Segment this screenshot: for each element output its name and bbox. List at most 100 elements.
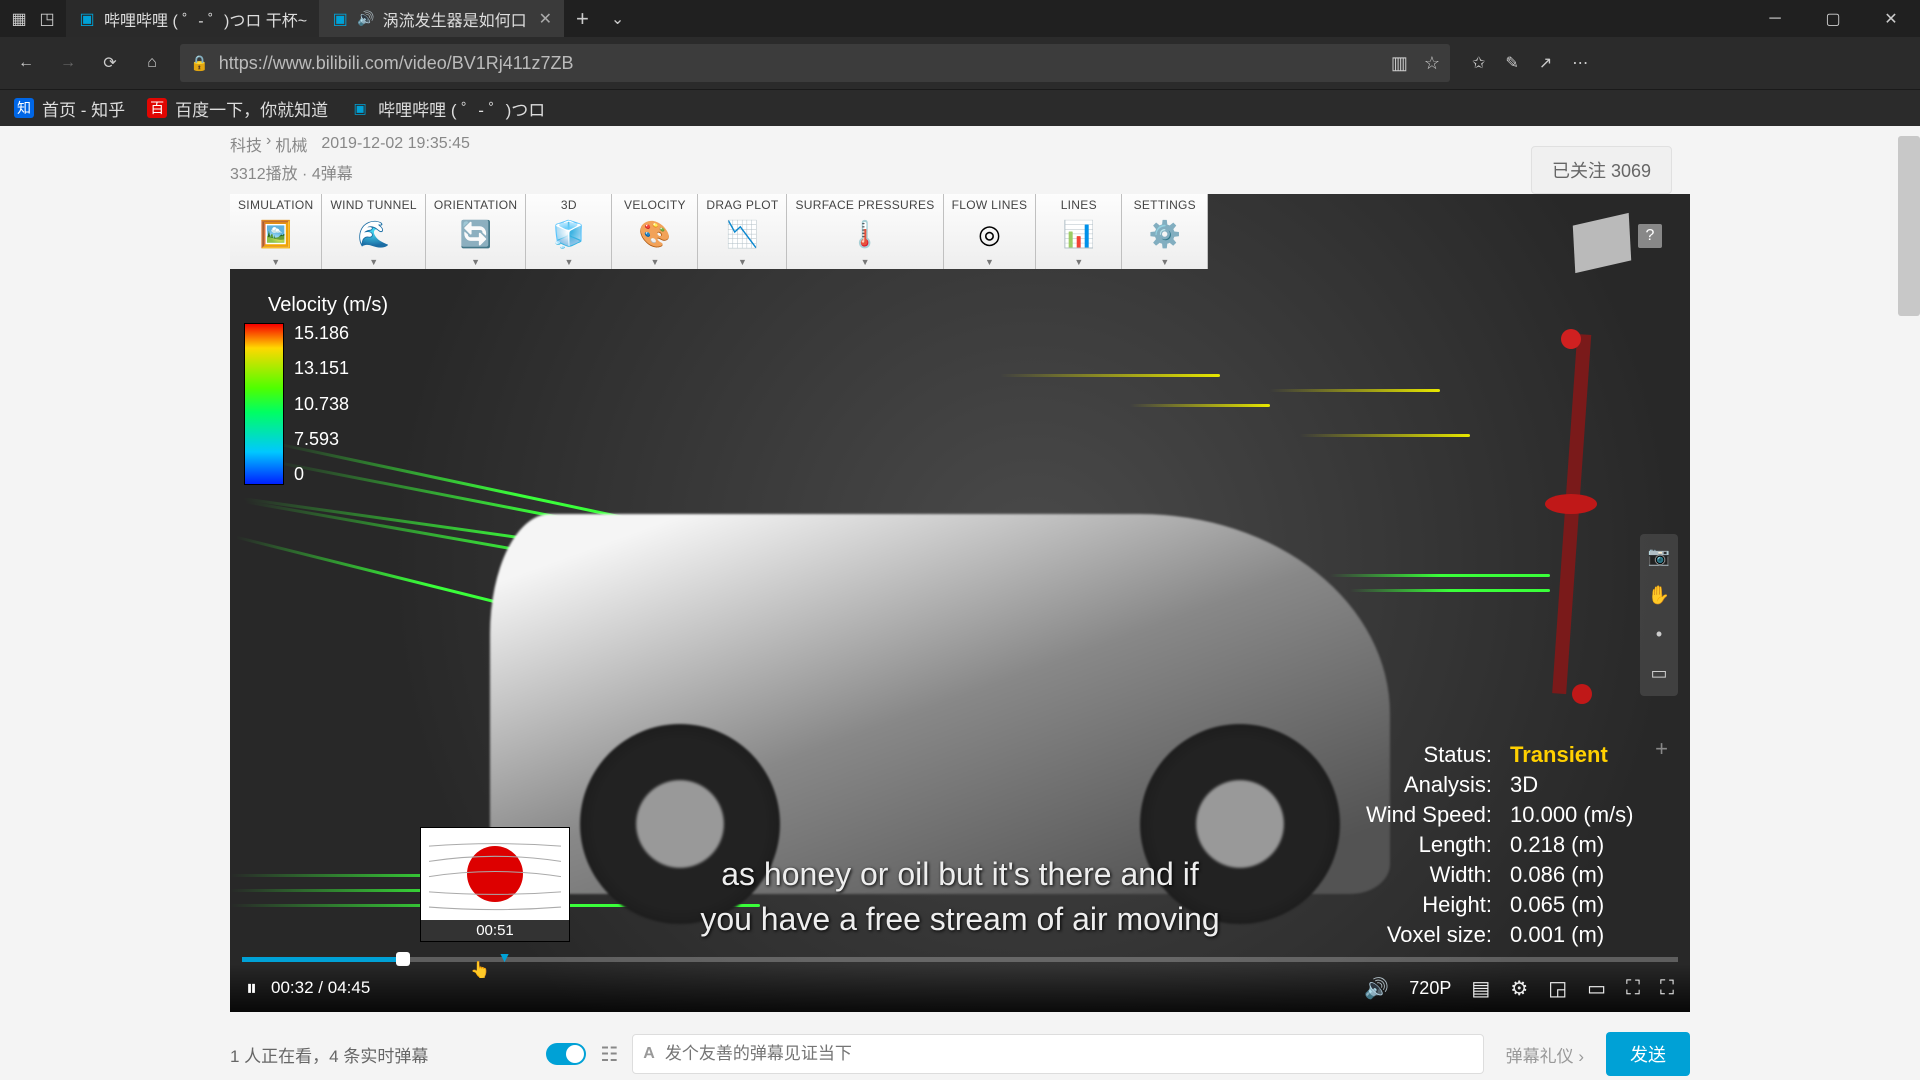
favorite-icon[interactable]: ☆ — [1424, 53, 1440, 74]
browser-tab-2[interactable]: ▣ 🔊 涡流发生器是如何口 ✕ — [319, 0, 564, 37]
wide-icon[interactable]: ▭ — [1587, 976, 1606, 1001]
tab-title: 哔哩哔哩 ( ゜- ゜)つロ 干杯~ — [104, 7, 307, 31]
video-subtitle: as honey or oil but it's there and if yo… — [700, 852, 1219, 942]
time-display: 00:32 / 04:45 — [271, 978, 370, 998]
font-style-icon[interactable]: A — [643, 1045, 655, 1063]
share-icon[interactable]: ↗ — [1539, 53, 1552, 73]
audio-icon[interactable]: 🔊 — [357, 10, 374, 27]
page-scrollbar[interactable] — [1898, 136, 1920, 316]
legend-value: 7.593 — [294, 429, 349, 450]
tool-3d[interactable]: 3D🧊▼ — [526, 194, 612, 269]
close-icon[interactable]: ✕ — [539, 9, 552, 29]
send-button[interactable]: 发送 — [1606, 1032, 1690, 1076]
streamline — [1130, 404, 1270, 407]
bilibili-icon: ▣ — [350, 98, 370, 118]
bookmarks-bar: 知 首页 - 知乎 百 百度一下，你就知道 ▣ 哔哩哔哩 ( ゜- ゜)つロ — [0, 89, 1920, 126]
windspeed-value: 10.000 (m/s) — [1510, 802, 1660, 828]
forward-button[interactable]: → — [54, 49, 82, 77]
camera-icon[interactable]: 📷 — [1648, 546, 1670, 567]
streamline — [1300, 434, 1470, 437]
favorites-icon[interactable]: ✩ — [1472, 53, 1485, 73]
bookmark-label: 哔哩哔哩 ( ゜- ゜)つロ — [378, 96, 545, 121]
analysis-value: 3D — [1510, 772, 1660, 798]
video-player: ? Velocity (m/s) 15.186 13.151 10.738 7.… — [230, 194, 1690, 1012]
tool-drag-plot[interactable]: DRAG PLOT📉▼ — [698, 194, 787, 269]
sidebar-toggle-icon[interactable]: ▦ — [8, 8, 30, 30]
close-window-button[interactable]: ✕ — [1862, 0, 1920, 37]
view-toolstrip: 📷 ✋ • ▭ — [1640, 534, 1678, 696]
legend-title: Velocity (m/s) — [268, 294, 388, 317]
danmaku-off-icon[interactable]: ▤ — [1471, 976, 1490, 1001]
tool-velocity[interactable]: VELOCITY🎨▼ — [612, 194, 698, 269]
tool-settings[interactable]: SETTINGS⚙️▼ — [1122, 194, 1208, 269]
minimize-button[interactable]: ─ — [1746, 0, 1804, 37]
url-bar[interactable]: 🔒 ▥ ☆ — [180, 44, 1450, 82]
browser-tab-strip: ▦ ◳ ▣ 哔哩哔哩 ( ゜- ゜)つロ 干杯~ ▣ 🔊 涡流发生器是如何口 ✕… — [0, 0, 1920, 37]
legend-value: 10.738 — [294, 394, 349, 415]
more-icon[interactable]: ⋯ — [1572, 53, 1588, 73]
legend-value: 0 — [294, 464, 349, 485]
plus-icon[interactable]: + — [1655, 736, 1668, 762]
breadcrumb[interactable]: 科技 › 机械 — [230, 132, 307, 156]
preview-thumbnail: 00:51 — [420, 827, 570, 942]
tool-wind-tunnel[interactable]: WIND TUNNEL🌊▼ — [322, 194, 425, 269]
upload-time: 2019-12-02 19:35:45 — [321, 135, 470, 153]
new-tab-button[interactable]: + — [564, 6, 601, 32]
baidu-icon: 百 — [147, 98, 167, 118]
reader-icon[interactable]: ▥ — [1391, 53, 1408, 74]
danmaku-bar: 1 人正在看，4 条实时弹幕 ☷ A 弹幕礼仪 › 发送 — [230, 1022, 1690, 1086]
recent-icon[interactable]: ◳ — [36, 8, 58, 30]
simulation-toolbar: SIMULATION🖼️▼ WIND TUNNEL🌊▼ ORIENTATION🔄… — [230, 194, 1208, 269]
bookmark-label: 首页 - 知乎 — [42, 96, 125, 121]
progress-bar[interactable]: ▼ — [242, 957, 1678, 962]
help-icon[interactable]: ? — [1638, 224, 1662, 248]
point-icon[interactable]: • — [1656, 624, 1662, 645]
browser-tab-1[interactable]: ▣ 哔哩哔哩 ( ゜- ゜)つロ 干杯~ — [66, 0, 319, 37]
settings-icon[interactable]: ⚙ — [1510, 976, 1528, 1001]
video-stats: 3312播放 · 4弹幕 — [230, 160, 1690, 194]
danmaku-input[interactable] — [665, 1044, 1473, 1064]
pause-button[interactable]: ⏸ — [246, 975, 257, 1001]
color-scale — [244, 323, 284, 485]
view-cube[interactable] — [1573, 213, 1631, 273]
tool-orientation[interactable]: ORIENTATION🔄▼ — [426, 194, 527, 269]
tab-title: 涡流发生器是如何口 — [383, 7, 527, 31]
length-value: 0.218 (m) — [1510, 832, 1660, 858]
zhihu-icon: 知 — [14, 98, 34, 118]
follow-button[interactable]: 已关注 3069 — [1531, 146, 1672, 194]
tool-lines[interactable]: LINES📊▼ — [1036, 194, 1122, 269]
home-button[interactable]: ⌂ — [138, 49, 166, 77]
back-button[interactable]: ← — [12, 49, 40, 77]
tool-flow-lines[interactable]: FLOW LINES◎▼ — [944, 194, 1037, 269]
quality-button[interactable]: 720P — [1409, 978, 1451, 999]
maximize-button[interactable]: ▢ — [1804, 0, 1862, 37]
browser-navbar: ← → ⟳ ⌂ 🔒 ▥ ☆ ✩ ✎ ↗ ⋯ — [0, 37, 1920, 89]
car-model — [490, 514, 1390, 894]
status-value: Transient — [1510, 742, 1660, 768]
bookmark-baidu[interactable]: 百 百度一下，你就知道 — [147, 96, 328, 121]
select-icon[interactable]: ▭ — [1650, 663, 1667, 684]
refresh-button[interactable]: ⟳ — [96, 49, 124, 77]
webfull-icon[interactable]: ⛶ — [1626, 977, 1640, 1000]
fullscreen-icon[interactable]: ⛶ — [1660, 977, 1674, 1000]
tab-overflow-icon[interactable]: ⌄ — [601, 9, 634, 29]
volume-icon[interactable]: 🔊 — [1364, 976, 1389, 1001]
bookmark-bilibili[interactable]: ▣ 哔哩哔哩 ( ゜- ゜)つロ — [350, 96, 545, 121]
tool-surface-pressures[interactable]: SURFACE PRESSURES🌡️▼ — [787, 194, 943, 269]
pip-icon[interactable]: ◲ — [1548, 976, 1567, 1001]
readinglist-icon[interactable]: ✎ — [1505, 53, 1518, 73]
pan-icon[interactable]: ✋ — [1648, 585, 1670, 606]
voxel-value: 0.001 (m) — [1510, 922, 1660, 948]
lock-icon: 🔒 — [190, 54, 209, 72]
tool-simulation[interactable]: SIMULATION🖼️▼ — [230, 194, 322, 269]
danmaku-etiquette[interactable]: 弹幕礼仪 › — [1498, 1042, 1592, 1067]
bookmark-zhihu[interactable]: 知 首页 - 知乎 — [14, 96, 125, 121]
bilibili-icon: ▣ — [78, 10, 96, 28]
height-value: 0.065 (m) — [1510, 892, 1660, 918]
danmaku-list-icon[interactable]: ☷ — [600, 1042, 618, 1067]
progress-marker-icon: ▼ — [498, 949, 512, 965]
player-controls: ⏸ 00:32 / 04:45 🔊 720P ▤ ⚙ ◲ ▭ ⛶ ⛶ — [230, 964, 1690, 1012]
bilibili-icon: ▣ — [331, 10, 349, 28]
url-input[interactable] — [219, 53, 1381, 74]
danmaku-toggle[interactable] — [546, 1043, 586, 1065]
